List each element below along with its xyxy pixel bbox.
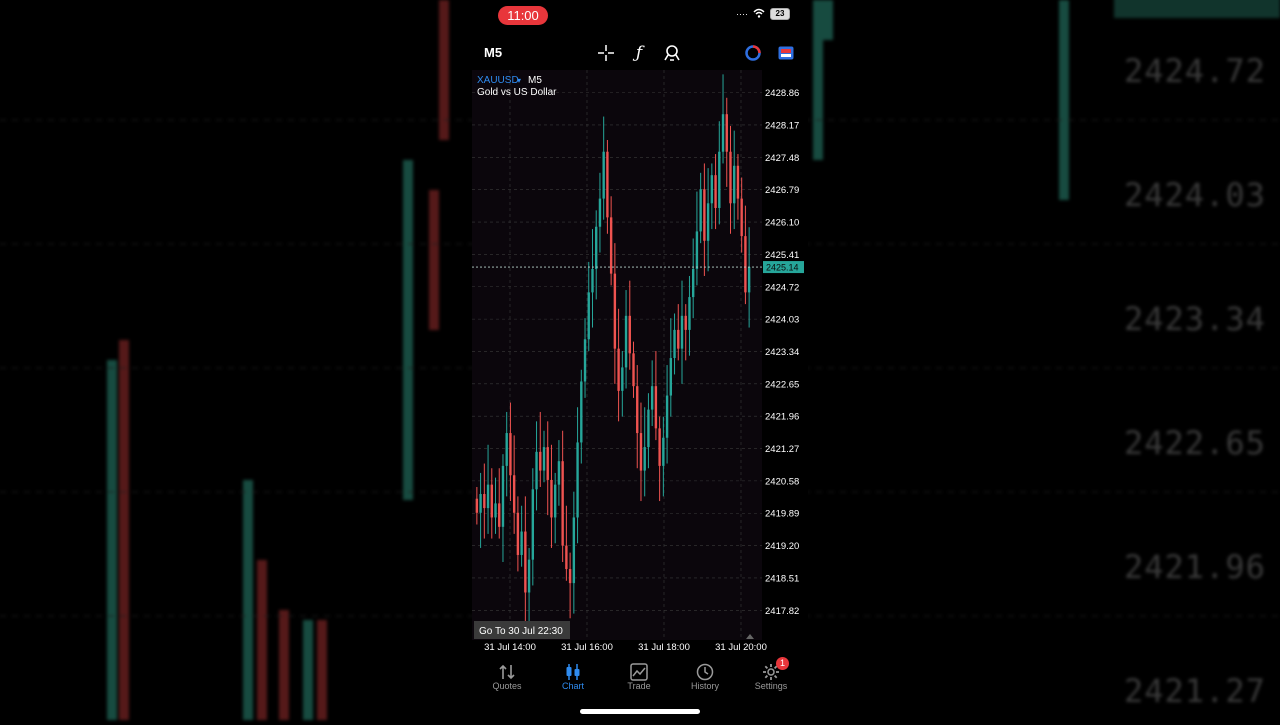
y-tick-label: 2424.72 [765,282,799,293]
tab-quotes[interactable]: Quotes [474,655,540,697]
symbol-description: Gold vs US Dollar [477,87,557,98]
background-price-label: 2422.65 [1124,424,1266,462]
one-click-trading-icon[interactable] [742,42,764,64]
background-candle [119,340,129,720]
background-candle [317,620,327,720]
y-tick-label: 2417.82 [765,606,799,617]
y-tick-label: 2426.10 [765,218,799,229]
battery-icon: 23 [770,8,790,20]
chart-toolbar: M5 ƒ [472,40,808,66]
timeframe-label: M5 [528,75,542,86]
timeframe-button[interactable]: M5 [484,45,502,60]
y-tick-label: 2419.20 [765,541,799,552]
background-candle [243,480,253,720]
background-price-highlight [1114,0,1280,18]
y-tick-label: 2421.27 [765,444,799,455]
history-icon [672,655,738,681]
background-candle [1059,0,1069,200]
y-tick-label: 2421.96 [765,412,799,423]
background-candle [823,0,833,40]
goto-date-label[interactable]: Go To 30 Jul 22:30 [479,626,563,637]
objects-icon[interactable] [661,42,683,64]
tab-label: Quotes [492,681,522,691]
trade-icon [606,655,672,681]
price-chart[interactable]: 2425.14 2428.86 2428.17 2427.48 2426.79 2426… [472,70,808,652]
background-candle [813,0,823,160]
background-price-label: 2424.72 [1124,52,1266,90]
status-time: 11:00 [498,6,548,25]
status-indicators: ···· 23 [736,8,790,20]
background-candle [279,610,289,720]
tab-settings[interactable]: 1 Settings [738,655,804,697]
home-indicator [580,709,700,714]
background-price-label: 2421.27 [1124,672,1266,710]
background-candle [403,160,413,500]
y-tick-label: 2419.89 [765,509,799,520]
x-tick-label: 31 Jul 14:00 [484,642,536,652]
tab-trade[interactable]: Trade [606,655,672,697]
symbol-label[interactable]: XAUUSD [477,75,519,86]
candlestick-chart-icon [540,655,606,681]
background-candle [257,560,267,720]
tab-chart[interactable]: Chart [540,655,606,697]
symbol-dropdown-icon[interactable]: ▾ [517,76,521,85]
indicators-icon[interactable]: ƒ [628,42,650,64]
background-price-label: 2421.96 [1124,548,1266,586]
signal-icon: ···· [736,9,748,19]
tab-label: Settings [754,681,788,691]
y-tick-label: 2422.65 [765,379,799,390]
crosshair-icon[interactable] [595,42,617,64]
y-tick-label: 2423.34 [765,347,799,358]
background-candle [429,190,439,330]
wifi-icon [753,8,765,20]
background-price-label: 2424.03 [1124,176,1266,214]
gear-icon [738,655,804,681]
bottom-tab-bar: Quotes Chart Trade History 1 Settings [472,655,808,700]
y-tick-label: 2428.17 [765,120,799,131]
notification-badge: 1 [776,657,789,670]
trade-panel-icon[interactable] [775,42,797,64]
phone-screen: 11:00 ···· 23 M5 ƒ 2425.14 2428.86 2428.1… [472,0,808,720]
tab-history[interactable]: History [672,655,738,697]
tab-label: Trade [627,681,651,691]
background-candle [303,620,313,720]
y-tick-label: 2425.41 [765,250,799,261]
background-candle [107,360,117,720]
y-tick-label: 2420.58 [765,476,799,487]
background-candle [439,0,449,140]
y-tick-label: 2426.79 [765,185,799,196]
quotes-icon [474,655,540,681]
y-tick-label: 2424.03 [765,315,799,326]
y-tick-label: 2428.86 [765,88,799,99]
tab-label: Chart [561,681,584,691]
current-price-text: 2425.14 [766,263,799,273]
background-price-label: 2423.34 [1124,300,1266,338]
y-tick-label: 2427.48 [765,153,799,164]
x-tick-label: 31 Jul 18:00 [638,642,690,652]
x-tick-label: 31 Jul 16:00 [561,642,613,652]
tab-label: History [690,681,719,691]
x-tick-label: 31 Jul 20:00 [715,642,767,652]
y-tick-label: 2418.51 [765,573,799,584]
